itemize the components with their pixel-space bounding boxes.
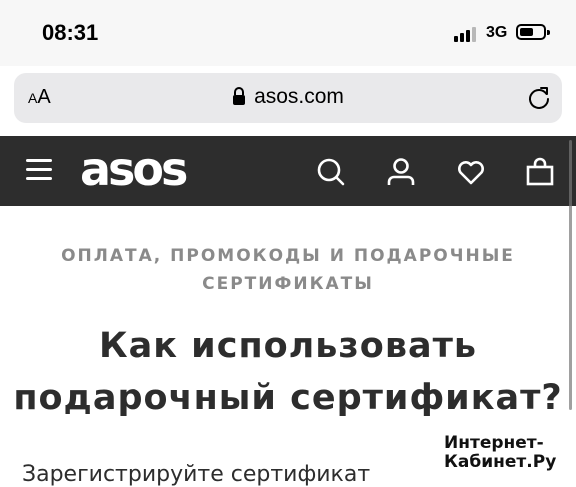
watermark: Интернет- Кабинет.Ру [444, 434, 556, 472]
signal-icon [454, 26, 480, 42]
url-display[interactable]: asos.com [14, 85, 562, 111]
status-bar: 08:31 3G [0, 0, 576, 66]
network-type: 3G [486, 24, 508, 41]
heart-icon[interactable] [456, 157, 486, 187]
asos-logo[interactable]: asos [80, 142, 188, 196]
scrollbar[interactable] [569, 140, 572, 410]
article-step: Зарегистрируйте сертификат [22, 462, 371, 487]
watermark-line-1: Интернет- [444, 433, 544, 453]
menu-icon[interactable] [26, 159, 54, 181]
address-bar[interactable]: AA asos.com [14, 73, 562, 123]
status-time: 08:31 [42, 20, 99, 45]
bag-icon[interactable] [525, 157, 555, 187]
lock-icon [232, 87, 246, 111]
site-header: asos [0, 136, 576, 206]
article-title: Как использовать подарочный сертификат? [13, 326, 563, 418]
search-icon[interactable] [316, 157, 346, 187]
url-text: asos.com [254, 85, 344, 108]
article-category[interactable]: ОПЛАТА, ПРОМОКОДЫ И ПОДАРОЧНЫЕ СЕРТИФИКА… [40, 242, 536, 298]
watermark-line-2: Кабинет.Ру [444, 452, 557, 472]
battery-icon [516, 24, 550, 40]
account-icon[interactable] [386, 157, 416, 187]
reload-icon[interactable] [526, 85, 552, 111]
